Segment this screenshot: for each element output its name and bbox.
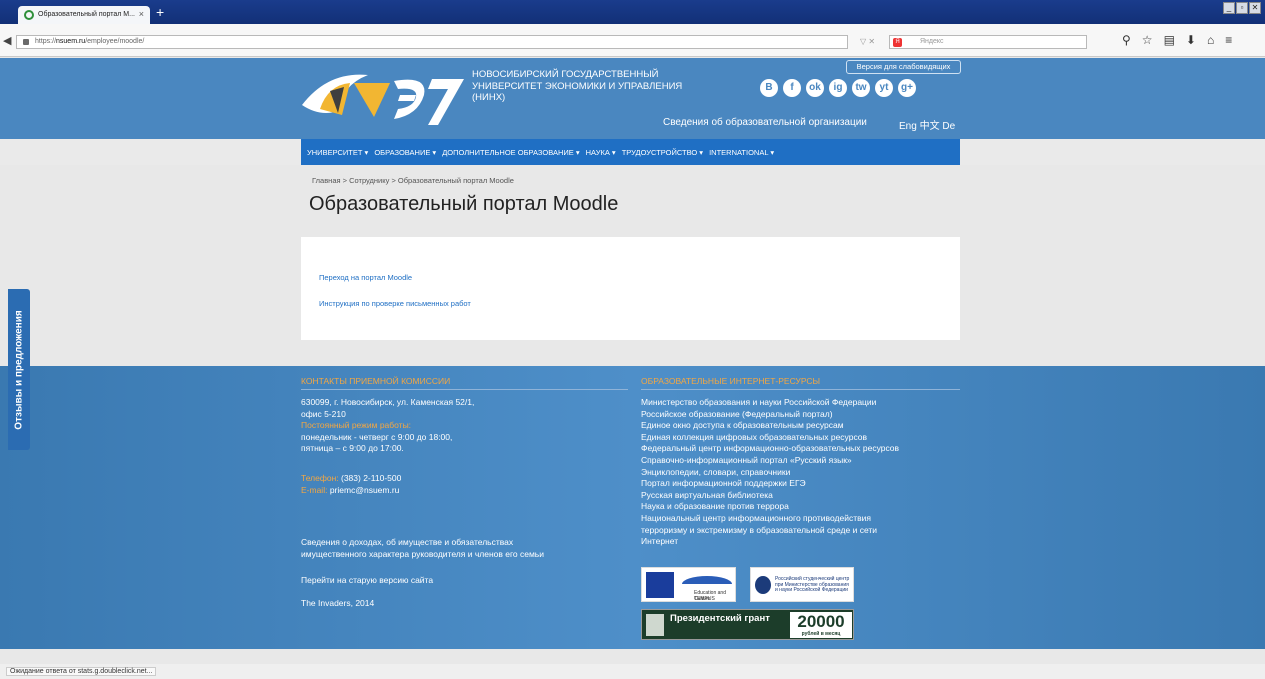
- low-vision-button[interactable]: Версия для слабовидящих: [846, 60, 961, 74]
- site-favicon-icon: [24, 10, 34, 20]
- grant-amount: 20000 рублей в месяц: [790, 612, 852, 638]
- resources-heading: ОБРАЗОВАТЕЛЬНЫЕ ИНТЕРНЕТ-РЕСУРСЫ: [641, 376, 960, 390]
- address-bar[interactable]: https://nsuem.ru/employee/moodle/: [16, 35, 848, 49]
- resource-link[interactable]: Федеральный центр информационно-образова…: [641, 443, 899, 455]
- maximize-button[interactable]: ▫: [1236, 2, 1248, 14]
- youtube-icon[interactable]: yt: [875, 79, 893, 97]
- resource-link[interactable]: Интернет: [641, 536, 899, 548]
- home-icon[interactable]: ⌂: [1207, 33, 1214, 47]
- copyright: The Invaders, 2014: [301, 598, 375, 608]
- grant-emblem-icon: [646, 614, 664, 636]
- twitter-icon[interactable]: tw: [852, 79, 870, 97]
- bookmark-star-icon[interactable]: ☆: [1142, 33, 1153, 47]
- content-card: Переход на портал Moodle Инструкция по п…: [301, 237, 960, 340]
- tab-close-icon[interactable]: ×: [139, 9, 144, 19]
- rsc-badge[interactable]: Российский студенческий центр при Минист…: [750, 567, 854, 602]
- contact-phone: Телефон: (383) 2-110-500: [301, 473, 402, 483]
- new-tab-button[interactable]: +: [156, 4, 164, 20]
- social-links: В f ok ig tw yt g+: [760, 79, 916, 97]
- odnoklassniki-icon[interactable]: ok: [806, 79, 824, 97]
- university-logo-icon[interactable]: [298, 65, 466, 133]
- download-icon[interactable]: ⬇: [1186, 33, 1196, 47]
- google-plus-icon[interactable]: g+: [898, 79, 916, 97]
- main-menu: УНИВЕРСИТЕТ ▾ ОБРАЗОВАНИЕ ▾ ДОПОЛНИТЕЛЬН…: [301, 139, 960, 165]
- window-controls: _ ▫ ✕: [1223, 2, 1261, 16]
- moodle-portal-link[interactable]: Переход на портал Moodle: [319, 273, 412, 282]
- web-page: НОВОСИБИРСКИЙ ГОСУДАРСТВЕННЫЙ УНИВЕРСИТЕ…: [0, 58, 1265, 649]
- old-version-link[interactable]: Перейти на старую версию сайта: [301, 575, 433, 587]
- search-icon[interactable]: ⚲: [1122, 33, 1131, 47]
- resource-link[interactable]: Наука и образование против террора: [641, 501, 899, 513]
- feedback-side-tab[interactable]: Отзывы и предложения: [8, 289, 30, 450]
- resources-list: Министерство образования и науки Российс…: [641, 397, 899, 548]
- site-header: НОВОСИБИРСКИЙ ГОСУДАРСТВЕННЫЙ УНИВЕРСИТЕ…: [0, 58, 1265, 139]
- menu-item-education[interactable]: ОБРАЗОВАНИЕ ▾: [374, 148, 436, 157]
- url-controls[interactable]: ▽ ✕: [860, 37, 875, 46]
- minimize-button[interactable]: _: [1223, 2, 1235, 14]
- rsc-emblem-icon: [755, 576, 771, 594]
- eu-flag-icon: [646, 572, 674, 598]
- resource-link[interactable]: Энциклопедии, словари, справочники: [641, 467, 899, 479]
- menu-item-science[interactable]: НАУКА ▾: [586, 148, 616, 157]
- page-title: Образовательный портал Moodle: [309, 193, 619, 215]
- language-links[interactable]: Eng 中文 De: [899, 117, 955, 132]
- menu-icon[interactable]: ≡: [1225, 33, 1232, 47]
- org-info-link[interactable]: Сведения об образовательной организации: [663, 117, 867, 128]
- menu-item-university[interactable]: УНИВЕРСИТЕТ ▾: [307, 148, 368, 157]
- breadcrumb[interactable]: Главная > Сотруднику > Образовательный п…: [312, 176, 514, 185]
- income-info-link[interactable]: Сведения о доходах, об имуществе и обяза…: [301, 537, 544, 560]
- tempus-swoosh-icon: [682, 576, 732, 584]
- vk-icon[interactable]: В: [760, 79, 778, 97]
- contacts-heading: КОНТАКТЫ ПРИЕМНОЙ КОМИССИИ: [301, 376, 628, 390]
- resource-link[interactable]: Национальный центр информационного проти…: [641, 513, 899, 525]
- lock-icon: [23, 39, 29, 45]
- url-domain: nsuem.ru: [56, 38, 86, 45]
- menu-item-international[interactable]: INTERNATIONAL ▾: [709, 148, 774, 157]
- back-arrow-icon[interactable]: ◀: [3, 34, 11, 47]
- url-prefix: https://: [35, 38, 57, 45]
- menu-item-employment[interactable]: ТРУДОУСТРОЙСТВО ▾: [622, 148, 703, 157]
- site-footer: КОНТАКТЫ ПРИЕМНОЙ КОМИССИИ 630099, г. Но…: [0, 366, 1265, 649]
- instructions-link[interactable]: Инструкция по проверке письменных работ: [319, 299, 471, 308]
- close-window-button[interactable]: ✕: [1249, 2, 1261, 14]
- browser-tab[interactable]: Образовательный портал M... ×: [18, 6, 150, 24]
- resource-link[interactable]: Русская виртуальная библиотека: [641, 490, 899, 502]
- menu-item-additional-education[interactable]: ДОПОЛНИТЕЛЬНОЕ ОБРАЗОВАНИЕ ▾: [442, 148, 579, 157]
- tab-title: Образовательный портал M...: [38, 11, 135, 18]
- resource-link[interactable]: Справочно-информационный портал «Русский…: [641, 455, 899, 467]
- contact-email[interactable]: E-mail: priemc@nsuem.ru: [301, 485, 399, 497]
- yandex-icon: Я: [893, 38, 902, 47]
- browser-navbar: ◀ https://nsuem.ru/employee/moodle/ ▽ ✕ …: [0, 24, 1265, 57]
- resource-link[interactable]: Министерство образования и науки Российс…: [641, 397, 899, 409]
- toolbar-icons: ⚲ ☆ ▤ ⬇ ⌂ ≡: [1122, 33, 1232, 47]
- resource-link[interactable]: Единое окно доступа к образовательным ре…: [641, 420, 899, 432]
- presidential-grant-badge[interactable]: Президентский грант 20000 рублей в месяц: [641, 609, 854, 640]
- instagram-icon[interactable]: ig: [829, 79, 847, 97]
- search-input[interactable]: Я Яндекс: [889, 35, 1087, 49]
- facebook-icon[interactable]: f: [783, 79, 801, 97]
- url-path: /employee/moodle/: [85, 38, 145, 45]
- browser-tabbar: Образовательный портал M... × + _ ▫ ✕: [0, 0, 1265, 24]
- status-text: Ожидание ответа от stats.g.doubleclick.n…: [6, 667, 157, 676]
- tempus-badge[interactable]: Education and Culture TEMPUS: [641, 567, 736, 602]
- resource-link[interactable]: терроризму и экстремизму в образовательн…: [641, 525, 899, 537]
- status-bar: Ожидание ответа от stats.g.doubleclick.n…: [0, 664, 1265, 679]
- university-name[interactable]: НОВОСИБИРСКИЙ ГОСУДАРСТВЕННЫЙ УНИВЕРСИТЕ…: [472, 69, 732, 104]
- resource-link[interactable]: Единая коллекция цифровых образовательны…: [641, 432, 899, 444]
- search-placeholder: Яндекс: [920, 38, 944, 45]
- resource-link[interactable]: Российское образование (Федеральный порт…: [641, 409, 899, 421]
- bookmarks-icon[interactable]: ▤: [1164, 33, 1175, 47]
- resource-link[interactable]: Портал информационной поддержки ЕГЭ: [641, 478, 899, 490]
- contacts-block: 630099, г. Новосибирск, ул. Каменская 52…: [301, 397, 475, 453]
